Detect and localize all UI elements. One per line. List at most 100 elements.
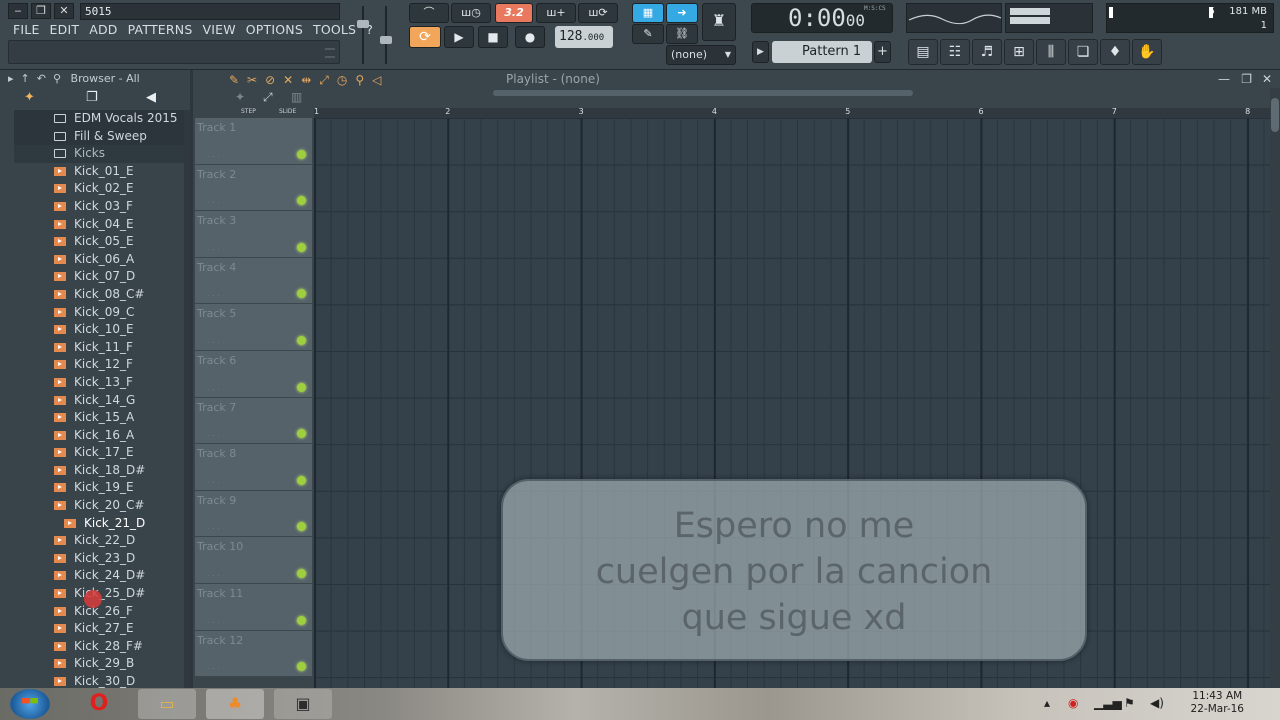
browser-file[interactable]: Kick_23_D	[14, 550, 184, 568]
browser-arrow-icon[interactable]: ▸	[8, 72, 14, 85]
scroll-thumb[interactable]	[1271, 98, 1279, 132]
track-mute-led[interactable]	[297, 196, 306, 206]
restore-icon[interactable]: ❐	[1241, 70, 1252, 88]
countdown-button[interactable]: ⛓	[666, 24, 698, 44]
horizontal-scrollbar[interactable]	[493, 90, 913, 96]
search-icon[interactable]: ⚲	[49, 72, 61, 85]
browser-file[interactable]: Kick_18_D#	[14, 462, 184, 480]
track-mute-led[interactable]	[297, 289, 306, 299]
slider-knob[interactable]	[380, 36, 392, 44]
playlist-window-icon[interactable]: ▤	[908, 39, 938, 65]
slider-knob[interactable]	[357, 20, 369, 28]
plugin-picker-icon[interactable]: ♦	[1100, 39, 1130, 65]
pattern-play-button[interactable]: ▶	[752, 41, 769, 63]
link-icon[interactable]: ⤢	[263, 90, 273, 105]
browser-file[interactable]: Kick_17_E	[14, 444, 184, 462]
metronome-button[interactable]: ш◷	[451, 3, 491, 23]
menu-item[interactable]: FILE	[8, 21, 45, 39]
track-mute-led[interactable]	[297, 568, 306, 578]
track-mute-led[interactable]	[297, 522, 306, 532]
pattern-song-toggle[interactable]: ⌒	[409, 3, 449, 23]
menu-item[interactable]: EDIT	[45, 21, 85, 39]
antivirus-icon[interactable]: ◉	[1068, 696, 1078, 710]
browser-file[interactable]: Kick_11_F	[14, 339, 184, 357]
vertical-scrollbar[interactable]	[1270, 88, 1280, 688]
track-header[interactable]: Track 12 . . .	[195, 630, 312, 678]
channel-rack-icon[interactable]: ☷	[940, 39, 970, 65]
add-pattern-button[interactable]: +	[874, 41, 891, 63]
track-header[interactable]: Track 3 . . .	[195, 211, 312, 258]
browser-file[interactable]: Kick_04_E	[14, 216, 184, 234]
track-mute-led[interactable]	[297, 429, 306, 439]
up-arrow-icon[interactable]: ↑	[17, 72, 30, 85]
browser-file[interactable]: Kick_03_F	[14, 198, 184, 216]
song-title[interactable]: 5015	[80, 3, 340, 20]
menu-item[interactable]: ADD	[84, 21, 122, 39]
typing-keyboard-button[interactable]: ▦	[632, 3, 664, 23]
browser-file[interactable]: Kick_20_C#	[14, 497, 184, 515]
browser-folder[interactable]: Kicks	[14, 145, 184, 163]
browser-file[interactable]: Kick_08_C#	[14, 286, 184, 304]
track-header[interactable]: Track 6 . . .	[195, 351, 312, 398]
close-button[interactable]: ✕	[54, 3, 74, 19]
step-forward-button[interactable]: ➜	[666, 3, 698, 23]
track-mute-led[interactable]	[297, 615, 306, 625]
tempo-field[interactable]: 128.000	[555, 26, 613, 48]
opera-icon[interactable]: O	[70, 689, 128, 719]
minimize-icon[interactable]: —	[1218, 70, 1230, 88]
browser-file[interactable]: Kick_05_E	[14, 233, 184, 251]
browser-file[interactable]: Kick_27_E	[14, 620, 184, 638]
record-button[interactable]: ●	[515, 26, 545, 48]
track-header[interactable]: Track 1 . . .	[195, 118, 312, 165]
project-icon[interactable]: ❏	[1068, 39, 1098, 65]
browser-file[interactable]: Kick_24_D#	[14, 567, 184, 585]
menu-item[interactable]: PATTERNS	[123, 21, 198, 39]
browser-file[interactable]: Kick_15_A	[14, 409, 184, 427]
browser-file[interactable]: Kick_29_B	[14, 655, 184, 673]
browser-file[interactable]: Kick_09_C	[14, 304, 184, 322]
browser-file[interactable]: Kick_19_E	[14, 479, 184, 497]
speaker-icon[interactable]: ◀	[146, 90, 156, 105]
track-header[interactable]: Track 8 . . .	[195, 444, 312, 491]
restore-button[interactable]: ❐	[31, 3, 51, 19]
grid-icon[interactable]: ▥	[291, 90, 302, 104]
all-icon[interactable]: ✦	[24, 90, 35, 105]
snap-dropdown[interactable]: (none) ▼	[666, 45, 736, 65]
play-button[interactable]: ▶	[444, 26, 474, 48]
snap-indicator[interactable]: 3.2	[495, 3, 533, 23]
track-mute-led[interactable]	[297, 335, 306, 345]
show-hidden-icon[interactable]: ▴	[1044, 696, 1050, 710]
browser-file[interactable]: Kick_22_D	[14, 532, 184, 550]
menu-item[interactable]: TOOLS	[308, 21, 361, 39]
track-header[interactable]: Track 10 . . .	[195, 537, 312, 584]
browser-file[interactable]: Kick_13_F	[14, 374, 184, 392]
browser-file[interactable]: Kick_12_F	[14, 356, 184, 374]
browser-folder[interactable]: EDM Vocals 2015	[14, 110, 184, 128]
piano-roll-icon[interactable]: ♬	[972, 39, 1002, 65]
step-edit-button[interactable]: ш+	[536, 3, 576, 23]
browser-file[interactable]: Kick_06_A	[14, 251, 184, 269]
back-icon[interactable]: ↶	[33, 72, 46, 85]
browser-file[interactable]: Kick_30_D	[14, 673, 184, 688]
explorer-icon[interactable]: ▭	[138, 689, 196, 719]
master-volume-slider[interactable]	[357, 6, 369, 64]
master-pitch-slider[interactable]	[380, 6, 392, 64]
track-mute-led[interactable]	[297, 149, 306, 159]
track-mute-led[interactable]	[297, 662, 306, 672]
browser-file[interactable]: Kick_14_G	[14, 392, 184, 410]
mixer-icon[interactable]: ⫼	[1036, 39, 1066, 65]
metronome-icon[interactable]: ♜	[702, 3, 736, 41]
close-icon[interactable]: ✕	[1262, 70, 1272, 88]
track-header[interactable]: Track 2 . . .	[195, 164, 312, 212]
network-icon[interactable]: ▁▃▅	[1094, 696, 1122, 710]
loop-mode-button[interactable]: ⟳	[409, 26, 441, 48]
browser-window-icon[interactable]: ⊞	[1004, 39, 1034, 65]
snap-icon[interactable]: ✦	[235, 90, 245, 104]
timeline-ruler[interactable]: 1 2 3 4 5 6 7 8	[314, 107, 1270, 118]
track-header[interactable]: Track 5 . . .	[195, 304, 312, 351]
help-icon[interactable]: ✋	[1132, 39, 1162, 65]
grip-icon[interactable]	[325, 48, 335, 58]
track-header[interactable]: Track 11 . . .	[195, 584, 312, 631]
track-mute-led[interactable]	[297, 475, 306, 485]
recorder-icon[interactable]: ▣	[274, 689, 332, 719]
